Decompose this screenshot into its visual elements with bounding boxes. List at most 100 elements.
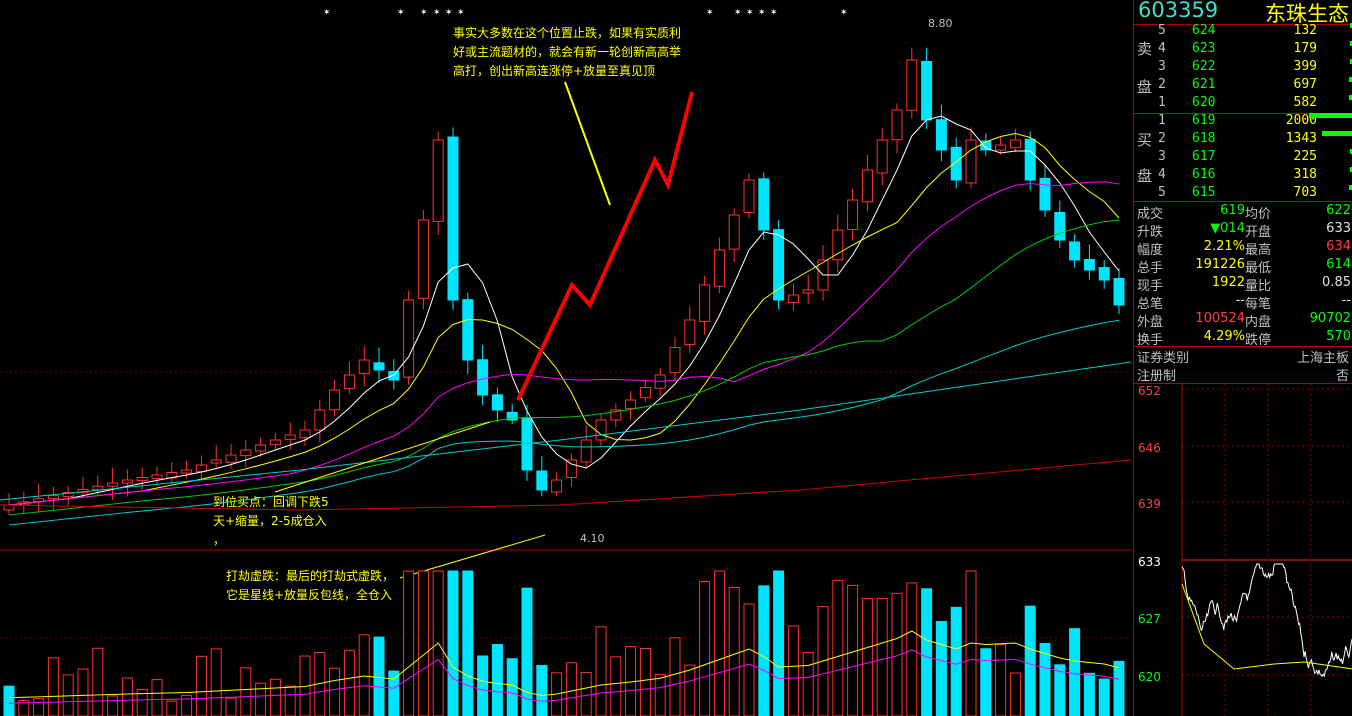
volume-bar <box>1009 672 1021 716</box>
stat-value: 633 <box>1326 221 1351 236</box>
level-num: 2 <box>1158 77 1166 92</box>
stat-row: 外盘 100524 内盘 90702 <box>1134 311 1352 330</box>
buy-level-5[interactable]: 5 615 703 <box>1134 185 1352 202</box>
stat-row: 总手 191226 最低 614 <box>1134 257 1352 276</box>
event-marker: ✶ <box>323 8 331 18</box>
high-price-label: 8.80 <box>928 17 953 30</box>
level-volume: 225 <box>1293 149 1317 164</box>
kline-chart-panel[interactable]: ✶ ✶ ✶ ✶ ✶ ✶ ✶ ✶ ✶ ✶ ✶ ✶ 事实大多数在这个位置止跌，如果有实质利 好或主流题材的… <box>0 0 1131 716</box>
volume-bar <box>33 698 45 716</box>
candle-body <box>403 299 415 378</box>
candle-body <box>669 347 681 374</box>
info-label: 注册制 <box>1137 369 1177 384</box>
candle-body <box>1054 211 1066 241</box>
volume-bar <box>121 677 133 716</box>
candle-body <box>225 454 237 463</box>
sell-level-4[interactable]: 4 623 179 <box>1134 41 1352 58</box>
candle-body <box>847 199 859 230</box>
mini-axis-label: 627 <box>1138 612 1161 626</box>
candle-body <box>950 146 962 181</box>
volume-bar <box>1069 628 1081 716</box>
candle-body <box>1039 177 1051 211</box>
candle-body <box>462 299 474 361</box>
stat-value: 614 <box>1326 257 1351 272</box>
candle-body <box>1009 139 1021 149</box>
candle-body <box>965 139 977 184</box>
sell-level-2[interactable]: 2 621 697 <box>1134 77 1352 94</box>
volume-bar <box>417 570 429 716</box>
volume-bar <box>240 667 252 716</box>
candle-body <box>255 444 267 452</box>
candle-body <box>713 249 725 287</box>
candle-body <box>432 139 444 222</box>
sell-level-1[interactable]: 1 620 582 <box>1134 95 1352 112</box>
candle-body <box>743 179 755 213</box>
stat-label: 内盘 <box>1245 315 1272 330</box>
candle-body <box>684 319 696 346</box>
candle-body <box>210 459 222 464</box>
level-volume-bar <box>1348 77 1352 82</box>
stat-value: -- <box>1235 293 1245 308</box>
volume-bar <box>47 657 59 716</box>
volume-bar <box>773 570 785 716</box>
level-volume: 582 <box>1293 95 1317 110</box>
stat-label: 跌停 <box>1245 333 1272 348</box>
candle-body <box>876 139 888 174</box>
candle-body <box>891 109 903 141</box>
level-price: 616 <box>1192 167 1216 182</box>
candle-body <box>639 387 651 399</box>
volume-bar <box>787 625 799 716</box>
volume-bar <box>92 647 104 716</box>
candle-body <box>536 470 548 491</box>
annotation-buy-point: 到位买点：回调下跌5 天+缩量，2-5成仓入 ， <box>213 495 329 547</box>
candle-body <box>1024 138 1036 181</box>
candle-body <box>447 136 459 301</box>
volume-bar <box>477 655 489 716</box>
volume-bar <box>713 570 725 716</box>
event-marker: ✶ <box>445 8 453 18</box>
volume-bar <box>388 670 400 716</box>
level-num: 5 <box>1158 23 1166 38</box>
buy-level-2[interactable]: 2 618 1343 <box>1134 131 1352 148</box>
ma30-line <box>8 219 1120 516</box>
stat-label: 成交 <box>1137 207 1164 222</box>
level-volume-bar <box>1309 113 1352 118</box>
level-volume-bar <box>1322 131 1352 136</box>
sell-level-5[interactable]: 5 624 132 <box>1134 23 1352 40</box>
info-row: 注册制 否 <box>1134 365 1352 384</box>
candle-body <box>3 504 15 511</box>
candle-body <box>906 59 918 111</box>
buy-level-1[interactable]: 1 619 2000 <box>1134 113 1352 130</box>
buy-level-3[interactable]: 3 617 225 <box>1134 149 1352 166</box>
info-label: 证券类别 <box>1137 351 1190 366</box>
stat-row: 总笔 -- 每笔 -- <box>1134 293 1352 312</box>
ma20-line <box>8 181 1120 506</box>
stat-value: 634 <box>1326 239 1351 254</box>
annotation-arrow <box>564 81 611 206</box>
mini-axis-label: 639 <box>1138 497 1161 511</box>
candle-body <box>136 477 148 481</box>
stat-value: 4.29% <box>1203 329 1245 344</box>
info-value: 否 <box>1335 369 1349 384</box>
candle-body <box>728 214 740 250</box>
quote-sidebar: 603359 东珠生态 卖 盘 买 盘 652 646 639 633 627 620 5… <box>1133 0 1352 716</box>
buy-level-4[interactable]: 4 616 318 <box>1134 167 1352 184</box>
volume-bar <box>980 648 992 716</box>
candle-body <box>1069 241 1081 261</box>
intraday-minichart[interactable]: 652 646 639 633 627 620 <box>1134 384 1352 716</box>
sell-level-3[interactable]: 3 622 399 <box>1134 59 1352 76</box>
level-num: 3 <box>1158 59 1166 74</box>
event-marker: ✶ <box>397 8 405 18</box>
candle-body <box>92 485 104 491</box>
candle-body <box>625 399 637 409</box>
volume-bar <box>447 570 459 716</box>
stat-label: 均价 <box>1245 207 1272 222</box>
info-value: 上海主板 <box>1296 351 1349 366</box>
volume-bar <box>506 658 518 716</box>
volume-bar <box>151 679 163 716</box>
volume-bar <box>684 664 696 716</box>
stat-row: 现手 1922 量比 0.85 <box>1134 275 1352 294</box>
kline-svg[interactable]: ✶ ✶ ✶ ✶ ✶ ✶ ✶ ✶ ✶ ✶ ✶ ✶ <box>0 0 1131 716</box>
candle-body <box>329 389 341 411</box>
level-num: 2 <box>1158 131 1166 146</box>
